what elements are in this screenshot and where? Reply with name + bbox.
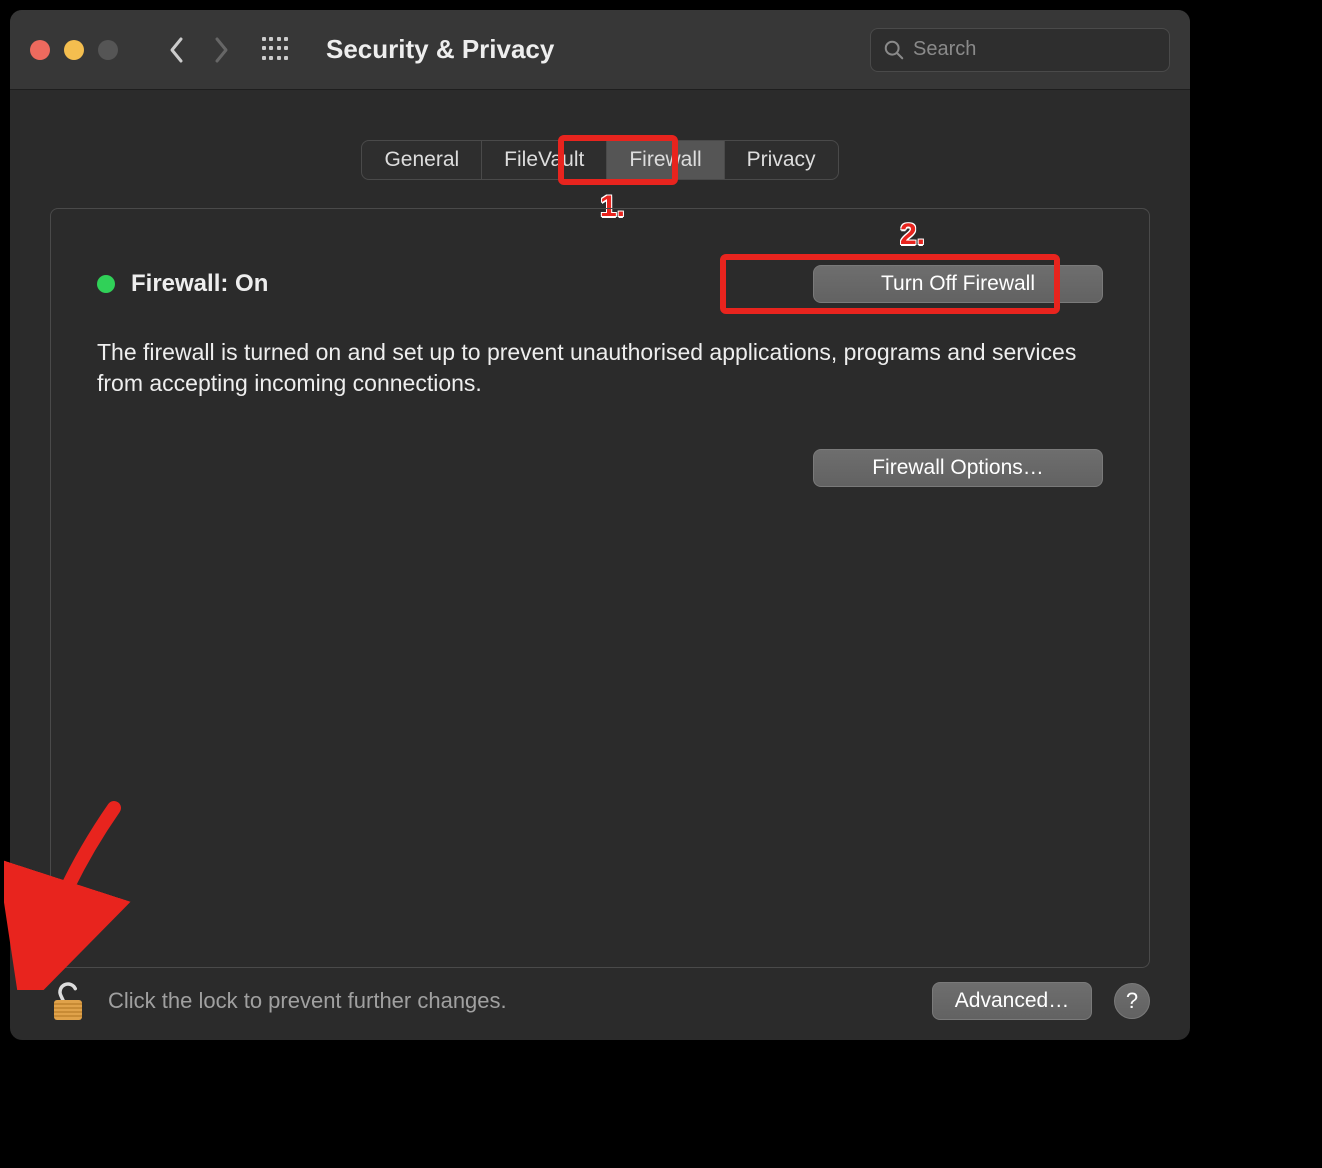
search-input[interactable] — [913, 38, 1157, 61]
back-button[interactable] — [162, 30, 192, 70]
tab-bar: General FileVault Firewall Privacy — [50, 140, 1150, 180]
minimize-window-button[interactable] — [64, 40, 84, 60]
button-label: Advanced… — [955, 989, 1069, 1013]
tab-label: FileVault — [504, 148, 584, 172]
tab-filevault[interactable]: FileVault — [482, 141, 607, 179]
tab-label: General — [384, 148, 459, 172]
status-row: Firewall: On Turn Off Firewall — [97, 265, 1103, 303]
preferences-window: Security & Privacy General FileVault Fir… — [10, 10, 1190, 1040]
content-area: General FileVault Firewall Privacy 1. Fi… — [10, 90, 1190, 1040]
firewall-description: The firewall is turned on and set up to … — [97, 337, 1077, 399]
segmented-control: General FileVault Firewall Privacy — [361, 140, 838, 180]
firewall-status-label: Firewall: On — [131, 270, 268, 298]
help-button[interactable]: ? — [1114, 983, 1150, 1019]
show-all-icon[interactable] — [262, 37, 288, 63]
firewall-panel: Firewall: On Turn Off Firewall The firew… — [50, 208, 1150, 968]
button-label: ? — [1126, 988, 1138, 1014]
forward-button[interactable] — [206, 30, 236, 70]
status-indicator-icon — [97, 275, 115, 293]
footer: Click the lock to prevent further change… — [10, 980, 1190, 1022]
firewall-options-button[interactable]: Firewall Options… — [813, 449, 1103, 487]
tab-label: Privacy — [747, 148, 816, 172]
close-window-button[interactable] — [30, 40, 50, 60]
tab-general[interactable]: General — [362, 141, 482, 179]
button-label: Turn Off Firewall — [881, 272, 1035, 296]
search-field[interactable] — [870, 28, 1170, 72]
lock-description: Click the lock to prevent further change… — [108, 988, 507, 1014]
lock-icon[interactable] — [50, 980, 86, 1022]
button-label: Firewall Options… — [872, 456, 1044, 480]
tab-label: Firewall — [629, 148, 701, 172]
tab-firewall[interactable]: Firewall — [607, 141, 724, 179]
advanced-button[interactable]: Advanced… — [932, 982, 1092, 1020]
window-title: Security & Privacy — [326, 34, 554, 65]
window-controls — [30, 40, 118, 60]
zoom-window-button[interactable] — [98, 40, 118, 60]
tab-privacy[interactable]: Privacy — [725, 141, 838, 179]
search-icon — [883, 39, 905, 61]
turn-off-firewall-button[interactable]: Turn Off Firewall — [813, 265, 1103, 303]
titlebar: Security & Privacy — [10, 10, 1190, 90]
